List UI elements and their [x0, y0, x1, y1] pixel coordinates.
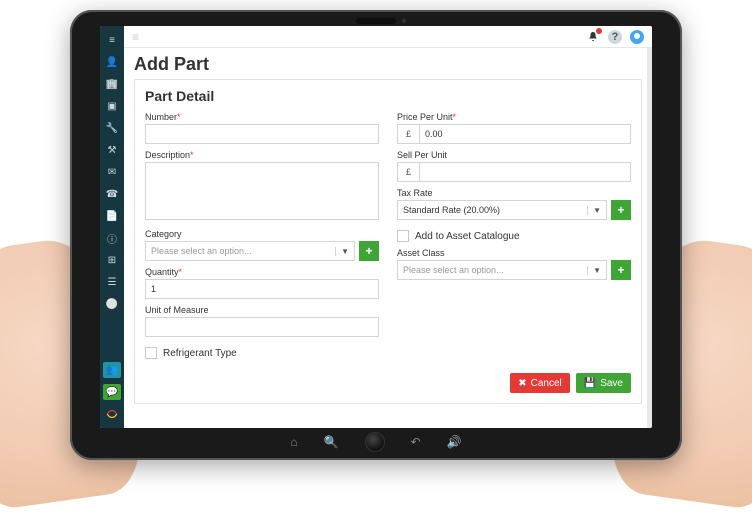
sell-input[interactable]: [419, 162, 631, 182]
page-title: Add Part: [134, 54, 642, 75]
card-title: Part Detail: [145, 88, 631, 104]
asset-class-placeholder: Please select an option...: [403, 265, 504, 275]
scrollbar[interactable]: [647, 48, 652, 428]
asset-class-field: Asset Class Please select an option... ▼…: [397, 248, 631, 280]
tablet-camera: [356, 18, 396, 24]
help-icon[interactable]: ?: [608, 30, 622, 44]
price-field: Price Per Unit* £: [397, 112, 631, 144]
right-column: Price Per Unit* £ Sell Per Unit £: [397, 112, 631, 359]
unit-field: Unit of Measure: [145, 305, 379, 337]
description-input[interactable]: [145, 162, 379, 220]
category-placeholder: Please select an option...: [151, 246, 252, 256]
asset-catalogue-checkbox[interactable]: [397, 230, 409, 242]
nav-item-user-icon[interactable]: 👤: [103, 54, 121, 70]
cancel-button[interactable]: ✖ Cancel: [510, 373, 570, 393]
refrigerant-row: Refrigerant Type: [145, 347, 379, 359]
nav-item-mail-icon[interactable]: ✉: [103, 164, 121, 180]
nav-item-users2-icon[interactable]: ⚪: [103, 296, 121, 312]
nav-item-tag-icon[interactable]: ⊞: [103, 252, 121, 268]
currency-prefix: £: [397, 124, 419, 144]
tax-label: Tax Rate: [397, 188, 631, 198]
tax-value: Standard Rate (20.00%): [403, 205, 500, 215]
nav-item-info-icon[interactable]: ⓘ: [103, 230, 121, 246]
save-button[interactable]: 💾 Save: [576, 373, 631, 393]
description-label: Description*: [145, 150, 379, 160]
quantity-label: Quantity*: [145, 267, 379, 277]
add-tax-button[interactable]: +: [611, 200, 631, 220]
tablet-search-icon[interactable]: 🔍: [324, 435, 339, 449]
nav-item-chat[interactable]: 💬: [103, 384, 121, 400]
save-icon: 💾: [584, 378, 596, 389]
nav-item-phone-icon[interactable]: ☎: [103, 186, 121, 202]
unit-label: Unit of Measure: [145, 305, 379, 315]
chevron-down-icon: ▼: [587, 206, 601, 215]
tablet-home-icon[interactable]: ⌂: [290, 435, 297, 449]
description-field: Description*: [145, 150, 379, 223]
quantity-field: Quantity*: [145, 267, 379, 299]
tax-field: Tax Rate Standard Rate (20.00%) ▼ +: [397, 188, 631, 220]
topbar: ≡ ?: [124, 26, 652, 48]
tablet-home-button[interactable]: [365, 432, 385, 452]
currency-prefix-2: £: [397, 162, 419, 182]
cancel-icon: ✖: [518, 378, 526, 389]
unit-input[interactable]: [145, 317, 379, 337]
hamburger-icon[interactable]: ≡: [132, 30, 139, 44]
tax-select[interactable]: Standard Rate (20.00%) ▼: [397, 200, 607, 220]
refrigerant-checkbox[interactable]: [145, 347, 157, 359]
add-category-button[interactable]: +: [359, 241, 379, 261]
tablet-back-icon[interactable]: ↶: [411, 435, 421, 449]
nav-item-package-icon[interactable]: ☰: [103, 274, 121, 290]
number-input[interactable]: [145, 124, 379, 144]
nav-item-tools-icon[interactable]: ⚒: [103, 142, 121, 158]
asset-class-label: Asset Class: [397, 248, 631, 258]
sell-field: Sell Per Unit £: [397, 150, 631, 182]
sell-label: Sell Per Unit: [397, 150, 631, 160]
nav-item-folder-icon[interactable]: ▣: [103, 98, 121, 114]
left-column: Number* Description* Category: [145, 112, 379, 359]
number-label: Number*: [145, 112, 379, 122]
form-actions: ✖ Cancel 💾 Save: [145, 373, 631, 393]
main: ≡ ? Add Part Part Detail: [124, 26, 652, 428]
add-asset-class-button[interactable]: +: [611, 260, 631, 280]
cancel-label: Cancel: [531, 378, 562, 389]
content: Add Part Part Detail Number* Description…: [124, 48, 652, 428]
nav-item-file-icon[interactable]: 📄: [103, 208, 121, 224]
category-select[interactable]: Please select an option... ▼: [145, 241, 355, 261]
asset-catalogue-row: Add to Asset Catalogue: [397, 230, 631, 242]
nav-item-wrench-icon[interactable]: 🔧: [103, 120, 121, 136]
category-label: Category: [145, 229, 379, 239]
save-label: Save: [600, 378, 623, 389]
tablet-frame: ≡ 👤 🏢 ▣ 🔧 ⚒ ✉ ☎ 📄 ⓘ ⊞ ☰ ⚪ 👥 💬 ≡: [70, 10, 682, 460]
category-field: Category Please select an option... ▼ +: [145, 229, 379, 261]
price-label: Price Per Unit*: [397, 112, 631, 122]
nav-item-bars-icon[interactable]: ≡: [103, 32, 121, 48]
asset-class-select[interactable]: Please select an option... ▼: [397, 260, 607, 280]
asset-catalogue-label: Add to Asset Catalogue: [415, 231, 520, 242]
app-logo-icon: [105, 406, 119, 422]
user-avatar-icon[interactable]: [630, 30, 644, 44]
price-input[interactable]: [419, 124, 631, 144]
nav-item-teal[interactable]: 👥: [103, 362, 121, 378]
app-screen: ≡ 👤 🏢 ▣ 🔧 ⚒ ✉ ☎ 📄 ⓘ ⊞ ☰ ⚪ 👥 💬 ≡: [100, 26, 652, 428]
part-detail-card: Part Detail Number* Description*: [134, 79, 642, 404]
chevron-down-icon: ▼: [587, 266, 601, 275]
quantity-input[interactable]: [145, 279, 379, 299]
number-field: Number*: [145, 112, 379, 144]
notifications-icon[interactable]: [586, 30, 600, 44]
nav-item-building-icon[interactable]: 🏢: [103, 76, 121, 92]
chevron-down-icon: ▼: [335, 247, 349, 256]
refrigerant-label: Refrigerant Type: [163, 348, 237, 359]
tablet-volume-icon[interactable]: 🔊: [447, 435, 462, 449]
sidebar: ≡ 👤 🏢 ▣ 🔧 ⚒ ✉ ☎ 📄 ⓘ ⊞ ☰ ⚪ 👥 💬: [100, 26, 124, 428]
tablet-nav-bar: ⌂ 🔍 ↶ 🔊: [70, 430, 682, 454]
